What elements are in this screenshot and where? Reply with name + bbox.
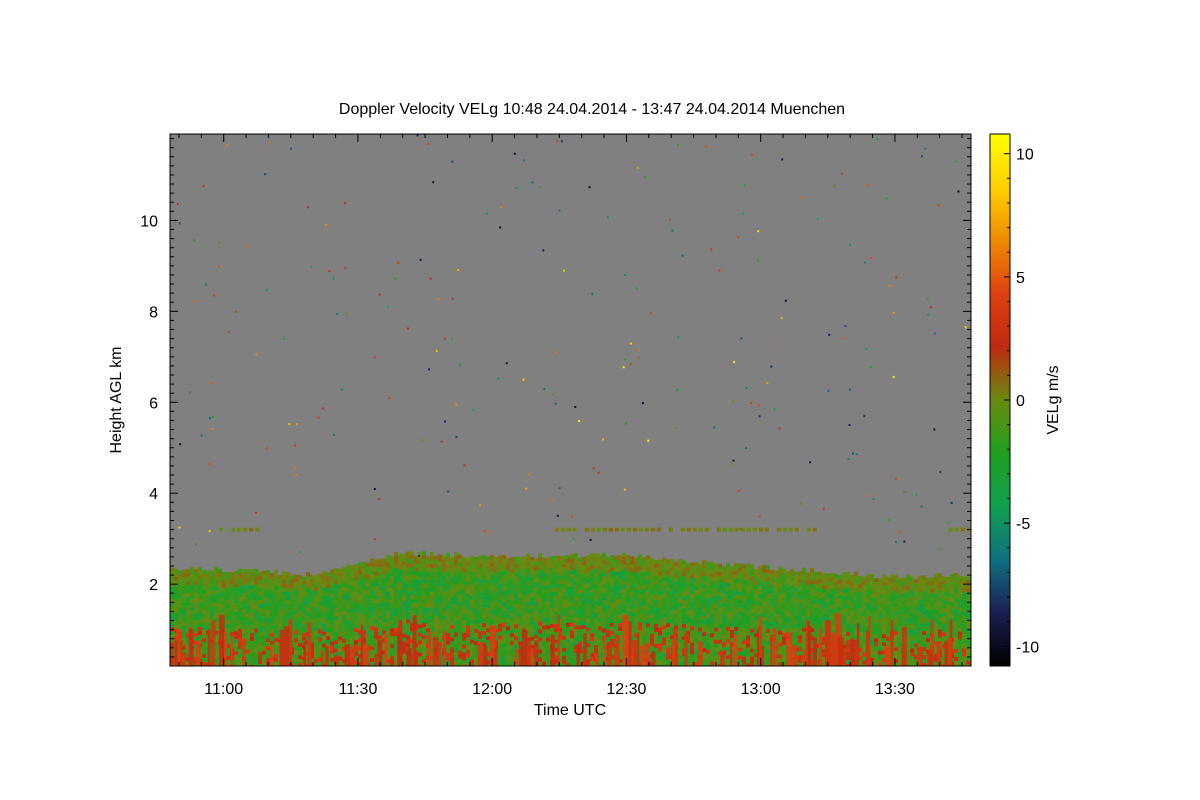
doppler-velocity-chart: Doppler Velocity VELg 10:48 24.04.2014 -… (108, 101, 1062, 719)
x-axis-title: Time UTC (534, 702, 606, 719)
y-axis-title: Height AGL km (108, 346, 125, 453)
x-tick-label: 13:30 (875, 681, 915, 698)
colorbar-tick-label: 0 (1016, 393, 1025, 410)
y-tick-label: 10 (140, 213, 158, 230)
colorbar-title: VELg m/s (1045, 365, 1062, 434)
x-tick-label: 11:00 (204, 681, 243, 698)
colorbar-tick-label: -10 (1016, 639, 1039, 656)
y-tick-label: 8 (149, 304, 158, 321)
x-tick-label: 11:30 (339, 681, 378, 698)
x-tick-label: 12:30 (606, 681, 646, 698)
y-tick-label: 4 (149, 486, 158, 503)
colorbar-tick-label: 10 (1016, 147, 1034, 164)
x-tick-label: 13:00 (741, 681, 781, 698)
colorbar-tick-label: -5 (1016, 516, 1030, 533)
plot-area (170, 134, 971, 666)
colorbar-tick-label: 5 (1016, 270, 1025, 287)
chart-title: Doppler Velocity VELg 10:48 24.04.2014 -… (339, 101, 845, 118)
y-tick-label: 2 (149, 577, 158, 594)
y-tick-label: 6 (149, 395, 158, 412)
x-tick-label: 12:00 (472, 681, 512, 698)
